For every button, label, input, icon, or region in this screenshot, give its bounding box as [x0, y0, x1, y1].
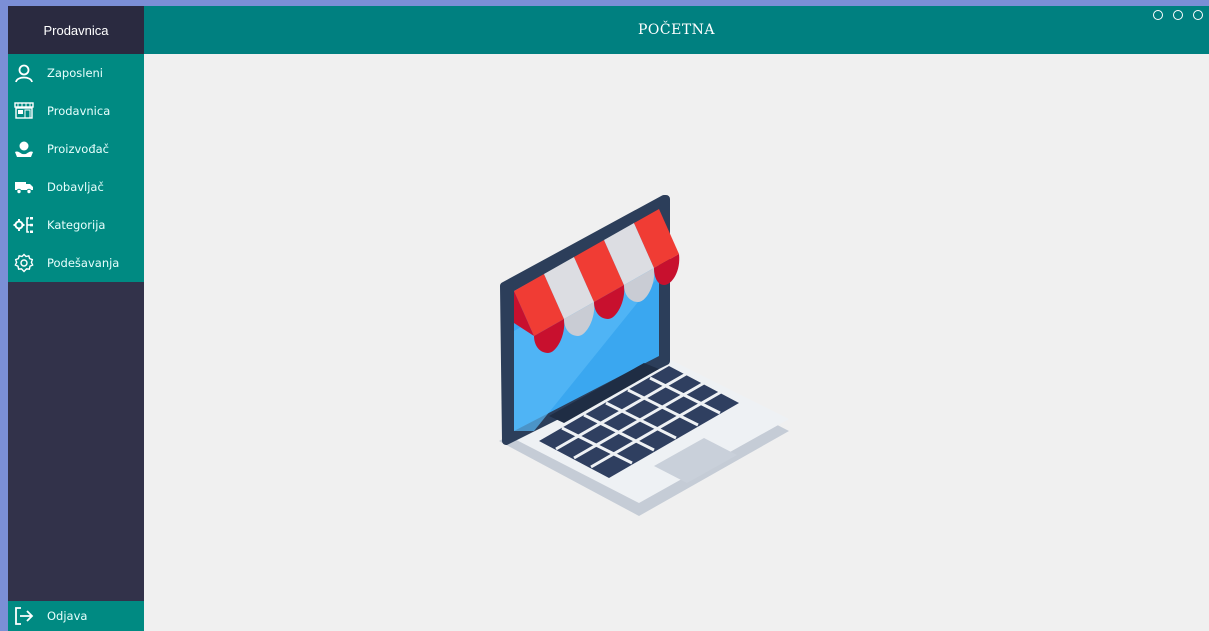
sidebar-item-label: Kategorija	[47, 218, 106, 232]
sidebar-item-prodavnica[interactable]: Prodavnica	[8, 92, 144, 130]
app-brand: Prodavnica	[8, 6, 144, 54]
gear-icon	[13, 252, 35, 274]
logout-button[interactable]: Odjava	[8, 601, 144, 631]
sidebar-item-label: Podešavanja	[47, 256, 120, 270]
sidebar-item-label: Dobavljač	[47, 180, 104, 194]
logout-label: Odjava	[47, 609, 88, 623]
laptop-store-illustration	[494, 191, 794, 521]
user-icon	[13, 62, 35, 84]
sidebar-item-kategorija[interactable]: Kategorija	[8, 206, 144, 244]
logout-icon	[13, 605, 35, 627]
manufacturer-icon	[13, 138, 35, 160]
minimize-button[interactable]	[1153, 10, 1163, 20]
sidebar-item-label: Zaposleni	[47, 66, 104, 80]
truck-icon	[13, 176, 35, 198]
sidebar-menu: Zaposleni Prodavnica Proizvođač Dobavlja…	[8, 54, 144, 282]
app-window: Prodavnica Zaposleni Prodavnica Proizvođ…	[8, 6, 1209, 631]
maximize-button[interactable]	[1173, 10, 1183, 20]
sidebar-item-dobavljac[interactable]: Dobavljač	[8, 168, 144, 206]
close-button[interactable]	[1193, 10, 1203, 20]
window-controls	[1153, 10, 1203, 20]
top-bar: POČETNA	[144, 6, 1209, 54]
page-title: POČETNA	[637, 22, 716, 38]
category-icon	[13, 214, 35, 236]
sidebar: Prodavnica Zaposleni Prodavnica Proizvođ…	[8, 6, 144, 631]
sidebar-item-proizvodjac[interactable]: Proizvođač	[8, 130, 144, 168]
sidebar-item-podesavanja[interactable]: Podešavanja	[8, 244, 144, 282]
sidebar-item-label: Proizvođač	[47, 142, 109, 156]
sidebar-item-label: Prodavnica	[47, 104, 111, 118]
store-icon	[13, 100, 35, 122]
sidebar-item-zaposleni[interactable]: Zaposleni	[8, 54, 144, 92]
